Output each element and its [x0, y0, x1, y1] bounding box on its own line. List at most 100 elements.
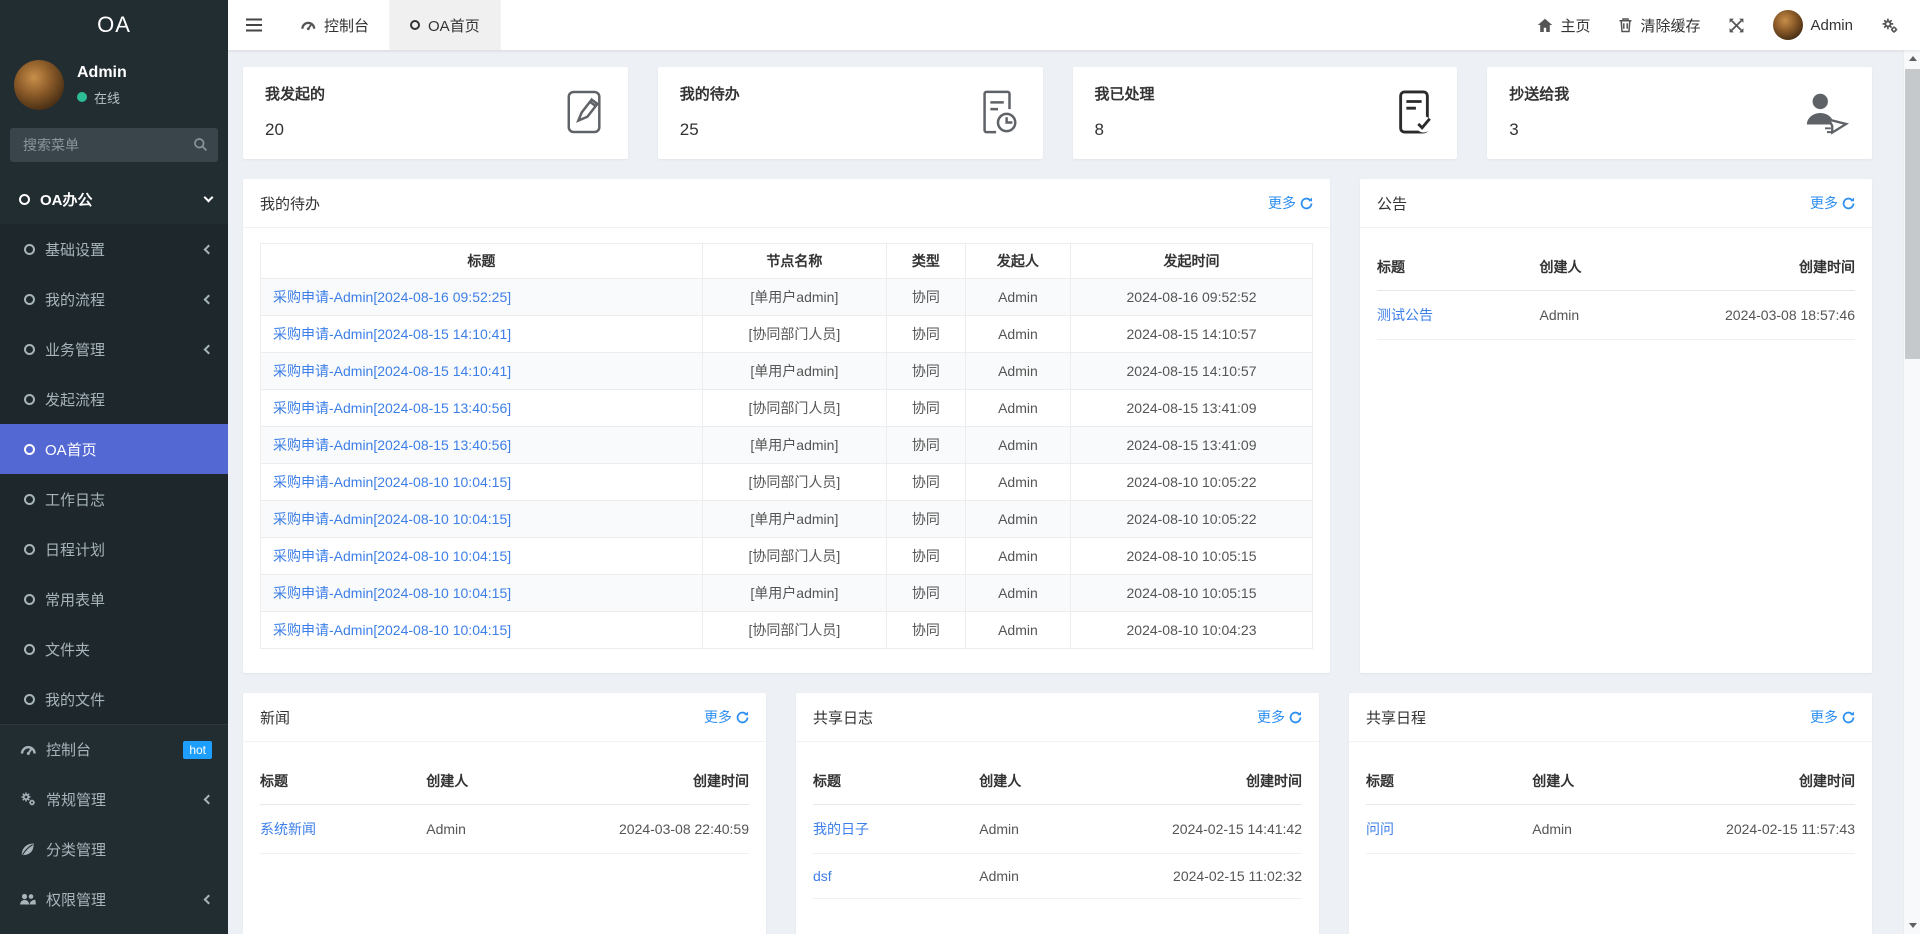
sidebar-item-oa-home[interactable]: OA首页	[0, 424, 228, 474]
scroll-up-button[interactable]	[1904, 50, 1920, 67]
panel-title: 我的待办	[260, 193, 320, 214]
row-title-link[interactable]: 采购申请-Admin[2024-08-15 13:40:56]	[273, 437, 511, 453]
leaf-icon	[19, 842, 36, 857]
table-cell: 协同	[886, 353, 965, 390]
table-cell: 2024-08-10 10:04:23	[1071, 612, 1313, 649]
row-title-link[interactable]: 采购申请-Admin[2024-08-16 09:52:25]	[273, 289, 511, 305]
sidebar-item-work-log[interactable]: 工作日志	[0, 474, 228, 524]
column-header: 创建人	[1532, 757, 1679, 805]
tab-oa-home[interactable]: OA首页	[390, 0, 501, 50]
stat-card-initiated[interactable]: 我发起的 20	[243, 67, 628, 159]
more-link[interactable]: 更多	[1268, 193, 1313, 213]
file-clock-icon	[975, 88, 1021, 139]
panel-title: 新闻	[260, 707, 290, 728]
stat-card-cc[interactable]: 抄送给我 3	[1487, 67, 1872, 159]
sidebar-toggle-button[interactable]	[228, 0, 280, 50]
table-cell: 协同	[886, 612, 965, 649]
table-cell: 协同	[886, 464, 965, 501]
share-log-table: 标题创建人创建时间我的日子Admin2024-02-15 14:41:42dsf…	[813, 757, 1302, 899]
row-title-link[interactable]: 采购申请-Admin[2024-08-10 10:04:15]	[273, 474, 511, 490]
row-title-link[interactable]: 采购申请-Admin[2024-08-15 14:10:41]	[273, 326, 511, 342]
table-cell: Admin	[965, 464, 1070, 501]
more-link[interactable]: 更多	[1810, 707, 1855, 727]
cogs-icon	[19, 791, 36, 807]
row-title-link[interactable]: dsf	[813, 868, 832, 884]
sidebar-item-my-files[interactable]: 我的文件	[0, 674, 228, 724]
sidebar-item-schedule-plan[interactable]: 日程计划	[0, 524, 228, 574]
stats-row: 我发起的 20 我的待办 25	[243, 67, 1872, 159]
chevron-left-icon	[204, 344, 214, 354]
row-title-link[interactable]: 采购申请-Admin[2024-08-10 10:04:15]	[273, 585, 511, 601]
app-root: OA Admin 在线 OA办公	[0, 0, 1920, 934]
chevron-left-icon	[204, 244, 214, 254]
table-cell: Admin	[965, 353, 1070, 390]
sidebar-user-panel: Admin 在线	[0, 50, 228, 122]
scroll-down-button[interactable]	[1904, 917, 1920, 934]
scrollbar[interactable]	[1903, 50, 1920, 934]
column-header: 标题	[1377, 243, 1540, 291]
table-cell: 协同	[886, 538, 965, 575]
more-link[interactable]: 更多	[1257, 707, 1302, 727]
user-avatar[interactable]	[14, 60, 64, 110]
bottom-row: 新闻 更多 标题创建人创建时间系统新闻Admin2024-03-08 22:40…	[243, 693, 1872, 934]
row-title-link[interactable]: 采购申请-Admin[2024-08-15 14:10:41]	[273, 363, 511, 379]
sidebar-item-start-workflow[interactable]: 发起流程	[0, 374, 228, 424]
table-row: 采购申请-Admin[2024-08-15 13:40:56][单用户admin…	[261, 427, 1313, 464]
column-header: 标题	[261, 244, 703, 279]
row-title-link[interactable]: 采购申请-Admin[2024-08-15 13:40:56]	[273, 400, 511, 416]
app-logo[interactable]: OA	[0, 0, 228, 50]
table-cell: [单用户admin]	[702, 575, 886, 612]
sidebar-item-category-mgmt[interactable]: 分类管理	[0, 824, 228, 874]
sidebar-item-oa-office[interactable]: OA办公	[0, 174, 228, 224]
sidebar-item-general-mgmt[interactable]: 常规管理	[0, 774, 228, 824]
clear-cache-button[interactable]: 清除缓存	[1618, 15, 1700, 36]
row-title-link[interactable]: 我的日子	[813, 821, 869, 837]
row-title-link[interactable]: 采购申请-Admin[2024-08-10 10:04:15]	[273, 622, 511, 638]
table-cell: 协同	[886, 316, 965, 353]
circle-icon	[24, 594, 35, 605]
sidebar-item-permission-mgmt[interactable]: 权限管理	[0, 874, 228, 924]
row-title-link[interactable]: 采购申请-Admin[2024-08-10 10:04:15]	[273, 548, 511, 564]
stat-card-processed[interactable]: 我已处理 8	[1073, 67, 1458, 159]
sidebar-item-folders[interactable]: 文件夹	[0, 624, 228, 674]
more-link[interactable]: 更多	[704, 707, 749, 727]
sidebar-item-common-forms[interactable]: 常用表单	[0, 574, 228, 624]
settings-gear-icon[interactable]	[1881, 17, 1898, 34]
user-menu[interactable]: Admin	[1773, 10, 1853, 40]
table-cell: 2024-03-08 18:57:46	[1683, 291, 1855, 340]
stat-card-todo[interactable]: 我的待办 25	[658, 67, 1043, 159]
table-cell: [协同部门人员]	[702, 464, 886, 501]
notice-table: 标题创建人创建时间测试公告Admin2024-03-08 18:57:46	[1377, 243, 1855, 340]
sidebar-item-console[interactable]: 控制台 hot	[0, 724, 228, 774]
refresh-icon	[1289, 711, 1302, 724]
row-title-link[interactable]: 系统新闻	[260, 821, 316, 837]
sidebar-item-my-workflow[interactable]: 我的流程	[0, 274, 228, 324]
search-icon[interactable]	[193, 137, 208, 155]
tab-console[interactable]: 控制台	[280, 0, 390, 50]
table-cell: 2024-08-10 10:05:22	[1071, 464, 1313, 501]
fullscreen-icon[interactable]	[1728, 17, 1745, 34]
user-send-icon	[1802, 89, 1850, 138]
row-title-link[interactable]: 测试公告	[1377, 307, 1433, 323]
stat-value: 25	[680, 120, 740, 140]
row-title-link[interactable]: 采购申请-Admin[2024-08-10 10:04:15]	[273, 511, 511, 527]
table-cell: 协同	[886, 575, 965, 612]
table-cell: [单用户admin]	[702, 353, 886, 390]
table-cell: 协同	[886, 427, 965, 464]
table-cell: Admin	[965, 575, 1070, 612]
row-title-link[interactable]: 问问	[1366, 821, 1394, 837]
home-link[interactable]: 主页	[1537, 15, 1590, 36]
table-row: 系统新闻Admin2024-03-08 22:40:59	[260, 805, 749, 854]
table-cell: 2024-02-15 11:02:32	[1126, 854, 1302, 899]
more-link[interactable]: 更多	[1810, 193, 1855, 213]
panel-notice: 公告 更多 标题创建人创建时间测试公告Admin2024-03-08 18:57…	[1360, 179, 1872, 673]
gauge-icon	[19, 742, 36, 757]
sidebar-item-business-mgmt[interactable]: 业务管理	[0, 324, 228, 374]
sidebar-item-basic-settings[interactable]: 基础设置	[0, 224, 228, 274]
sidebar-search	[10, 128, 218, 162]
search-input[interactable]	[10, 128, 218, 162]
table-cell: [单用户admin]	[702, 501, 886, 538]
table-row: 采购申请-Admin[2024-08-10 10:04:15][协同部门人员]协…	[261, 612, 1313, 649]
topbar-avatar	[1773, 10, 1803, 40]
scrollbar-thumb[interactable]	[1905, 69, 1920, 359]
